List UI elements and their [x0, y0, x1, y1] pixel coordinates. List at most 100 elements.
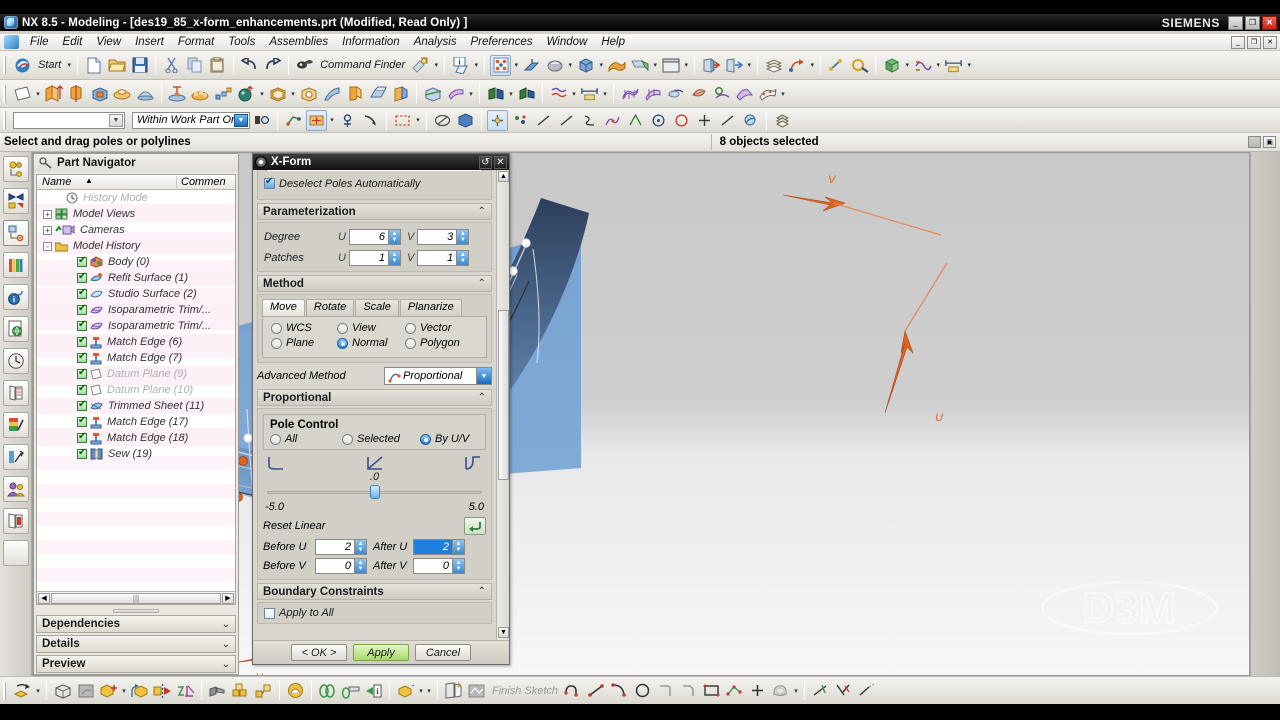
circle-icon[interactable] [632, 680, 653, 701]
revolve-icon[interactable] [66, 83, 87, 104]
spinner-buttons[interactable]: ▲ ▼ [388, 228, 401, 245]
pattern-curve-icon[interactable] [548, 83, 569, 104]
panel-details[interactable]: Details ⌄ [36, 635, 236, 653]
intersection-icon[interactable] [602, 110, 623, 131]
tree-item-trimmed-sheet-11[interactable]: Trimmed Sheet (11) [37, 398, 235, 414]
bridge-surface-icon[interactable] [734, 83, 755, 104]
chevron-down-icon[interactable]: ▼ [476, 368, 491, 384]
sphere-icon[interactable] [236, 83, 257, 104]
collapse-icon[interactable]: - [43, 241, 52, 251]
block-icon[interactable] [89, 83, 110, 104]
feature-suppress-checkbox[interactable] [77, 287, 87, 299]
curve-linear-icon[interactable] [366, 456, 384, 471]
arc-icon[interactable] [609, 680, 630, 701]
method-header[interactable]: Method ⌃ [257, 275, 492, 292]
edge-blend-icon[interactable] [344, 83, 365, 104]
analysis-icon[interactable] [849, 55, 870, 76]
toolbar-grip[interactable] [3, 111, 8, 129]
mesh-surface-icon[interactable] [619, 83, 640, 104]
scroll-left-icon[interactable]: ◀ [38, 592, 50, 604]
ok-button[interactable]: < OK > [291, 644, 347, 661]
boss-icon[interactable] [112, 83, 133, 104]
trim-body-icon[interactable] [422, 83, 443, 104]
radio-dot[interactable] [420, 433, 431, 445]
thicken-icon[interactable] [516, 83, 537, 104]
shaded-face-icon[interactable] [629, 55, 650, 76]
toolbar-overflow-caret[interactable]: ▾ [425, 681, 433, 701]
tab-move[interactable]: Move [262, 299, 305, 316]
render-style-icon[interactable] [544, 55, 565, 76]
mirror-assembly-icon[interactable] [152, 680, 173, 701]
before-v-input[interactable] [315, 558, 355, 574]
pattern-curve-caret[interactable]: ▾ [570, 84, 578, 104]
apply-to-all-checkbox[interactable] [264, 607, 275, 619]
line-icon[interactable] [586, 680, 607, 701]
proportional-slider[interactable] [267, 485, 482, 499]
chevron-down-icon[interactable]: ▼ [234, 113, 248, 127]
proportional-header[interactable]: Proportional ⌃ [257, 389, 492, 406]
dialog-title-bar[interactable]: X-Form ↺ ✕ [253, 154, 509, 170]
tree-item-refit-surface-1[interactable]: Refit Surface (1) [37, 270, 235, 286]
close-button[interactable]: ✕ [1262, 15, 1277, 30]
midpoint-icon[interactable] [556, 110, 577, 131]
through-curves-icon[interactable] [642, 83, 663, 104]
cut-icon[interactable] [161, 55, 182, 76]
point-icon[interactable] [747, 680, 768, 701]
resource-tab-hd3d-tools[interactable]: i [2, 284, 29, 310]
resource-tab-history[interactable] [2, 348, 29, 374]
redo-icon[interactable] [262, 55, 283, 76]
feature-select-icon[interactable] [337, 110, 358, 131]
tangent-point-icon[interactable] [717, 110, 738, 131]
chevron-up-icon[interactable]: ⌃ [478, 392, 486, 403]
curve-select-caret[interactable]: ▾ [328, 110, 336, 130]
tree-item-match-edge-6[interactable]: Match Edge (6) [37, 334, 235, 350]
pattern-feature-icon[interactable] [213, 83, 234, 104]
measure-bottom-icon[interactable] [340, 680, 361, 701]
selection-filter-combo[interactable]: ▼ [13, 111, 125, 129]
before-u-input[interactable] [315, 539, 355, 555]
radio-dot[interactable] [405, 337, 416, 349]
chevron-down-icon[interactable]: ⌄ [222, 619, 230, 630]
explode-icon[interactable] [395, 680, 416, 701]
radio-dot[interactable] [342, 433, 353, 445]
move-object-bottom-caret[interactable]: ▾ [34, 681, 42, 701]
explode-caret[interactable]: ▾ [417, 681, 425, 701]
expand-icon[interactable]: + [43, 225, 52, 235]
slider-knob[interactable] [369, 485, 380, 499]
assembly-nav-caret[interactable]: ▾ [903, 55, 911, 75]
info-dropdown-caret[interactable]: ▾ [472, 55, 480, 75]
window-caret[interactable]: ▾ [682, 55, 690, 75]
spinner-buttons[interactable]: ▲ ▼ [457, 228, 470, 245]
radio-dot[interactable] [337, 322, 348, 334]
info-icon[interactable]: i [450, 55, 471, 76]
chamfer-icon[interactable] [367, 83, 388, 104]
tree-horizontal-scrollbar[interactable]: ◀ ||| ▶ [37, 591, 235, 604]
assembly-constraint-icon[interactable] [175, 680, 196, 701]
mdi-minimize-button[interactable]: _ [1231, 35, 1245, 49]
window-icon[interactable] [660, 55, 681, 76]
tree-item-cameras[interactable]: + Cameras [37, 222, 235, 238]
dialog-reset-button[interactable]: ↺ [479, 155, 492, 169]
radio-pole-all[interactable]: All [270, 433, 342, 445]
sheet-body-icon[interactable] [606, 55, 627, 76]
radio-dot[interactable] [270, 433, 281, 445]
panel-dependencies[interactable]: Dependencies ⌄ [36, 615, 236, 633]
tab-planarize[interactable]: Planarize [399, 299, 462, 316]
tree-item-match-edge-17[interactable]: Match Edge (17) [37, 414, 235, 430]
wcs-icon[interactable] [521, 55, 542, 76]
chevron-down-icon[interactable]: ▼ [109, 113, 123, 127]
radio-vector[interactable]: Vector [405, 322, 451, 334]
component-select-icon[interactable] [360, 110, 381, 131]
radio-dot[interactable] [337, 337, 348, 349]
tree-item-datum-plane-9[interactable]: Datum Plane (9) [37, 366, 235, 382]
before-u-stepper[interactable]: ▲▼ [315, 539, 367, 555]
tree-item-match-edge-7[interactable]: Match Edge (7) [37, 350, 235, 366]
point-snap-icon[interactable] [487, 109, 508, 131]
weld-icon[interactable] [317, 680, 338, 701]
arc-center-icon[interactable] [625, 110, 646, 131]
degree-v-stepper[interactable]: ▲▼ [417, 228, 470, 245]
feature-suppress-checkbox[interactable] [77, 447, 87, 459]
after-v-input[interactable] [413, 558, 453, 574]
add-component-caret[interactable]: ▾ [120, 681, 128, 701]
extrude-icon[interactable] [43, 83, 64, 104]
